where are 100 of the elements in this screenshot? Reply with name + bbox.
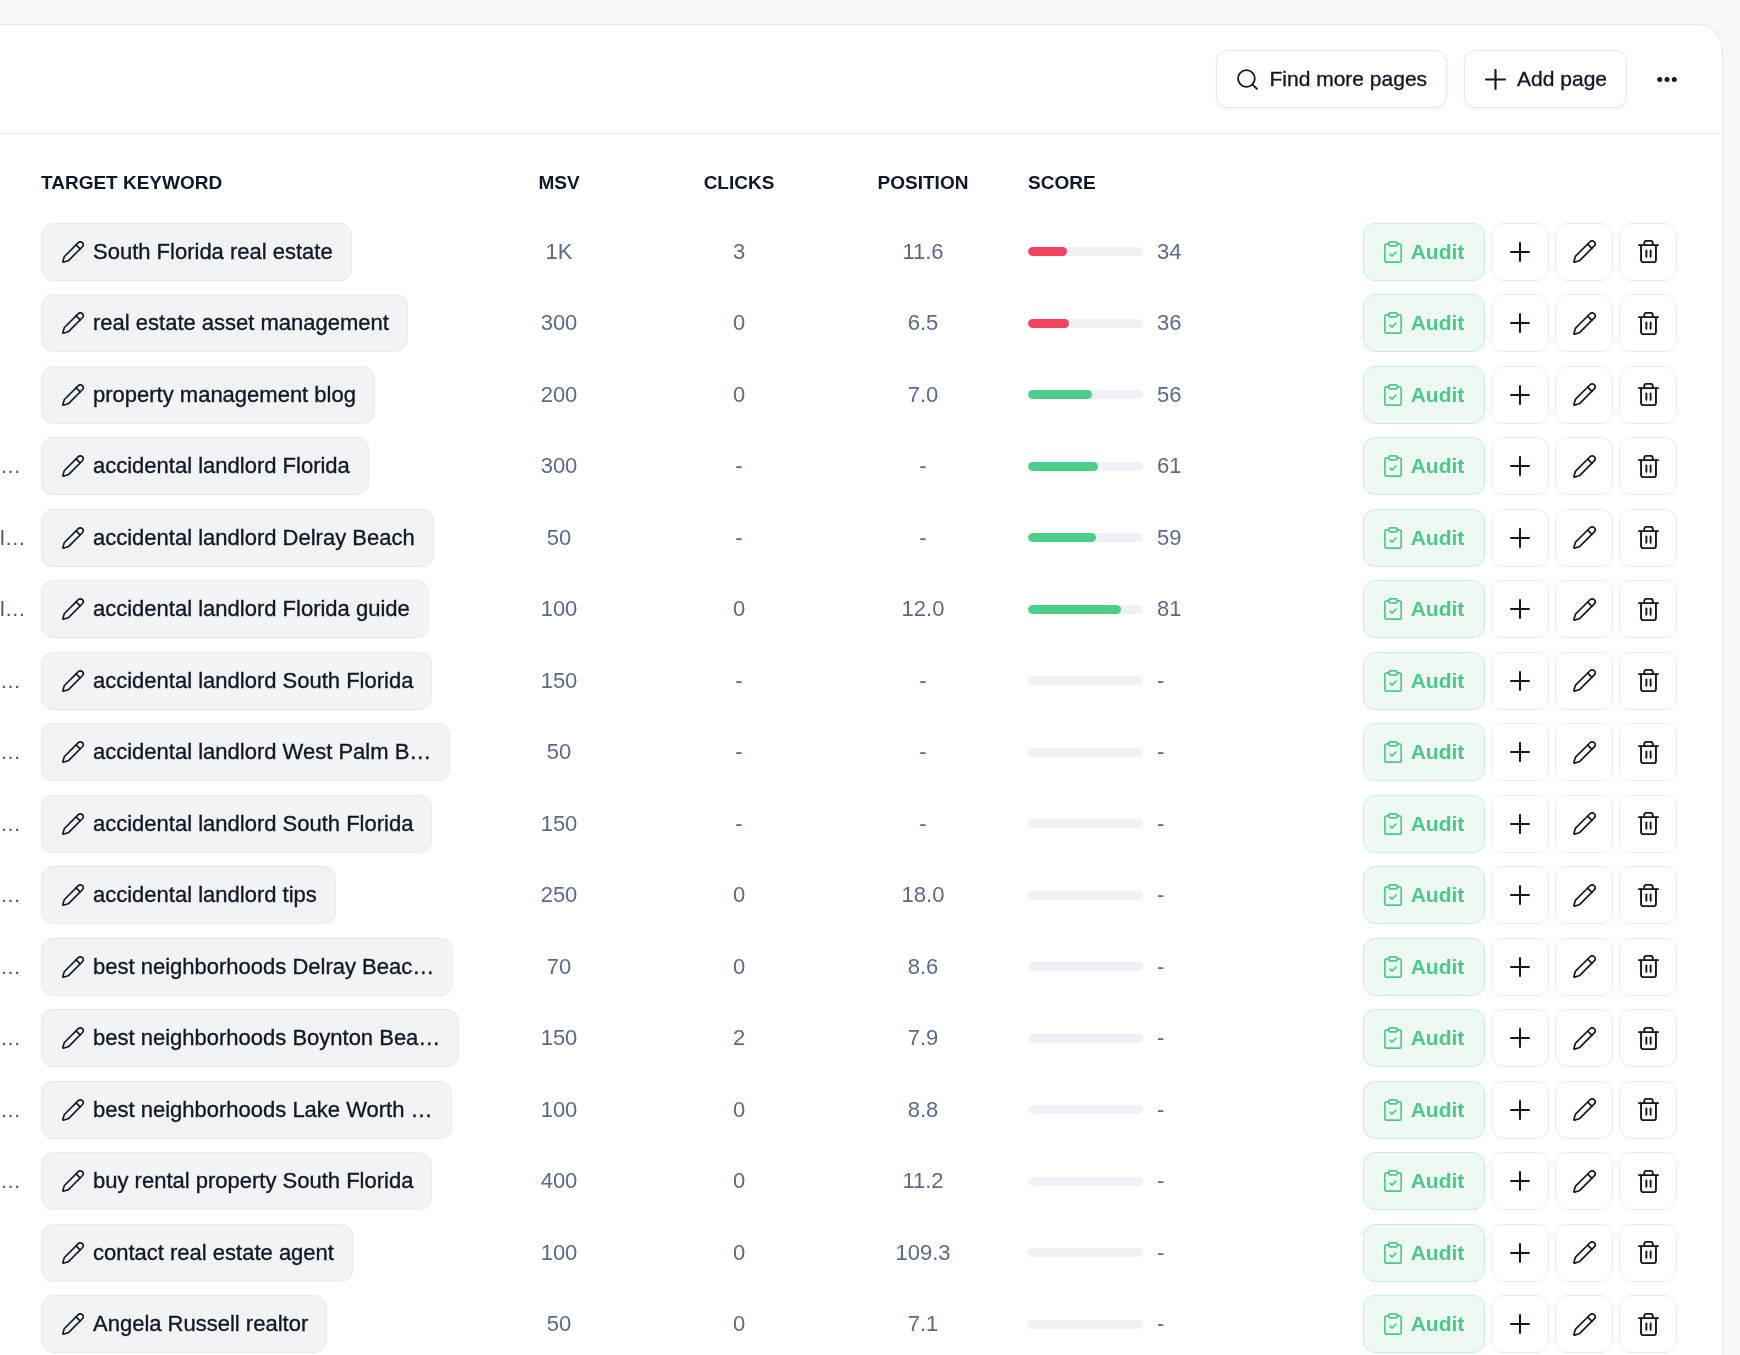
pencil-icon (62, 1241, 84, 1264)
delete-button[interactable] (1619, 651, 1677, 710)
add-page-button[interactable]: Add page (1464, 50, 1627, 108)
edit-button[interactable] (1555, 1223, 1613, 1282)
keyword-chip[interactable]: South Florida real estate (41, 222, 352, 281)
add-button[interactable] (1491, 508, 1549, 567)
delete-button[interactable] (1619, 508, 1677, 567)
trash-icon (1636, 812, 1660, 836)
add-button[interactable] (1491, 1080, 1549, 1139)
edit-button[interactable] (1555, 1295, 1613, 1354)
add-button[interactable] (1491, 1223, 1549, 1282)
add-button[interactable] (1491, 580, 1549, 639)
keyword-chip[interactable]: accidental landlord tips (41, 866, 336, 925)
clipboard-check-icon (1383, 812, 1402, 835)
edit-button[interactable] (1555, 508, 1613, 567)
delete-button[interactable] (1619, 365, 1677, 424)
position-value: 8.8 (907, 1096, 939, 1123)
keyword-chip[interactable]: accidental landlord South Florida (41, 651, 433, 710)
keyword-chip[interactable]: real estate asset management (41, 294, 408, 353)
edit-button[interactable] (1555, 794, 1613, 853)
add-button[interactable] (1491, 294, 1549, 353)
clicks-value: 0 (732, 596, 746, 623)
keyword-chip[interactable]: accidental landlord Florida guide (41, 580, 429, 639)
keyword-chip[interactable]: accidental landlord West Palm B… (41, 723, 451, 782)
trash-icon (1636, 883, 1660, 907)
pencil-icon (62, 1027, 84, 1050)
column-header: MSV (538, 171, 580, 195)
delete-button[interactable] (1619, 1009, 1677, 1068)
msv-value: 150 (540, 667, 578, 694)
truncated-text: … (0, 811, 21, 836)
add-button[interactable] (1491, 866, 1549, 925)
add-button[interactable] (1491, 365, 1549, 424)
add-button[interactable] (1491, 1295, 1549, 1354)
add-button[interactable] (1491, 937, 1549, 996)
delete-button[interactable] (1619, 1152, 1677, 1211)
delete-button[interactable] (1619, 437, 1677, 496)
keyword-chip[interactable]: contact real estate agent (41, 1223, 353, 1282)
delete-button[interactable] (1619, 222, 1677, 281)
add-button[interactable] (1491, 1009, 1549, 1068)
clipboard-check-icon (1383, 526, 1402, 549)
pencil-icon (62, 812, 84, 835)
msv-value: 50 (546, 1311, 572, 1338)
score-value: - (1157, 739, 1165, 766)
keyword-chip[interactable]: accidental landlord Delray Beach (41, 508, 434, 567)
delete-button[interactable] (1619, 794, 1677, 853)
edit-button[interactable] (1555, 1009, 1613, 1068)
edit-button[interactable] (1555, 222, 1613, 281)
edit-button[interactable] (1555, 1080, 1613, 1139)
msv-value: 100 (540, 1239, 578, 1266)
keyword-chip[interactable]: best neighborhoods Lake Worth … (41, 1080, 452, 1139)
pencil-icon (1572, 311, 1596, 335)
msv-value: 300 (540, 453, 578, 480)
keyword-chip[interactable]: property management blog (41, 365, 375, 424)
add-button[interactable] (1491, 651, 1549, 710)
clipboard-check-icon (1383, 240, 1402, 263)
edit-button[interactable] (1555, 937, 1613, 996)
delete-button[interactable] (1619, 580, 1677, 639)
add-button[interactable] (1491, 437, 1549, 496)
keyword-chip[interactable]: buy rental property South Florida (41, 1152, 433, 1211)
score-value: 81 (1157, 596, 1182, 623)
find-pages-button[interactable]: Find more pages (1216, 50, 1448, 108)
edit-button[interactable] (1555, 580, 1613, 639)
add-button[interactable] (1491, 794, 1549, 853)
add-button[interactable] (1491, 1152, 1549, 1211)
msv-value: 300 (540, 310, 578, 337)
truncated-text: … (0, 740, 21, 765)
clicks-value: - (735, 524, 743, 551)
delete-button[interactable] (1619, 723, 1677, 782)
pencil-icon (1572, 383, 1596, 407)
add-button[interactable] (1491, 723, 1549, 782)
column-header: POSITION (877, 171, 969, 195)
plus-icon (1510, 1314, 1530, 1335)
plus-icon (1510, 1028, 1530, 1049)
msv-value: 150 (540, 810, 578, 837)
truncated-text: … (0, 454, 21, 479)
delete-button[interactable] (1619, 1080, 1677, 1139)
position-value: 12.0 (901, 596, 945, 623)
delete-button[interactable] (1619, 937, 1677, 996)
edit-button[interactable] (1555, 294, 1613, 353)
position-value: 7.0 (907, 381, 939, 408)
edit-button[interactable] (1555, 723, 1613, 782)
keyword-chip[interactable]: Angela Russell realtor (41, 1295, 328, 1354)
clicks-value: 0 (732, 1096, 746, 1123)
keyword-chip[interactable]: best neighborhoods Boynton Bea… (41, 1009, 460, 1068)
keyword-chip[interactable]: accidental landlord South Florida (41, 794, 433, 853)
edit-button[interactable] (1555, 365, 1613, 424)
score-value: - (1157, 1311, 1165, 1338)
delete-button[interactable] (1619, 866, 1677, 925)
edit-button[interactable] (1555, 866, 1613, 925)
keyword-chip[interactable]: accidental landlord Florida (41, 437, 369, 496)
delete-button[interactable] (1619, 1223, 1677, 1282)
add-button[interactable] (1491, 222, 1549, 281)
delete-button[interactable] (1619, 294, 1677, 353)
edit-button[interactable] (1555, 437, 1613, 496)
pencil-icon (1572, 669, 1596, 693)
keyword-chip[interactable]: best neighborhoods Delray Beac… (41, 937, 454, 996)
edit-button[interactable] (1555, 1152, 1613, 1211)
delete-button[interactable] (1619, 1295, 1677, 1354)
edit-button[interactable] (1555, 651, 1613, 710)
score-value: - (1157, 1168, 1165, 1195)
